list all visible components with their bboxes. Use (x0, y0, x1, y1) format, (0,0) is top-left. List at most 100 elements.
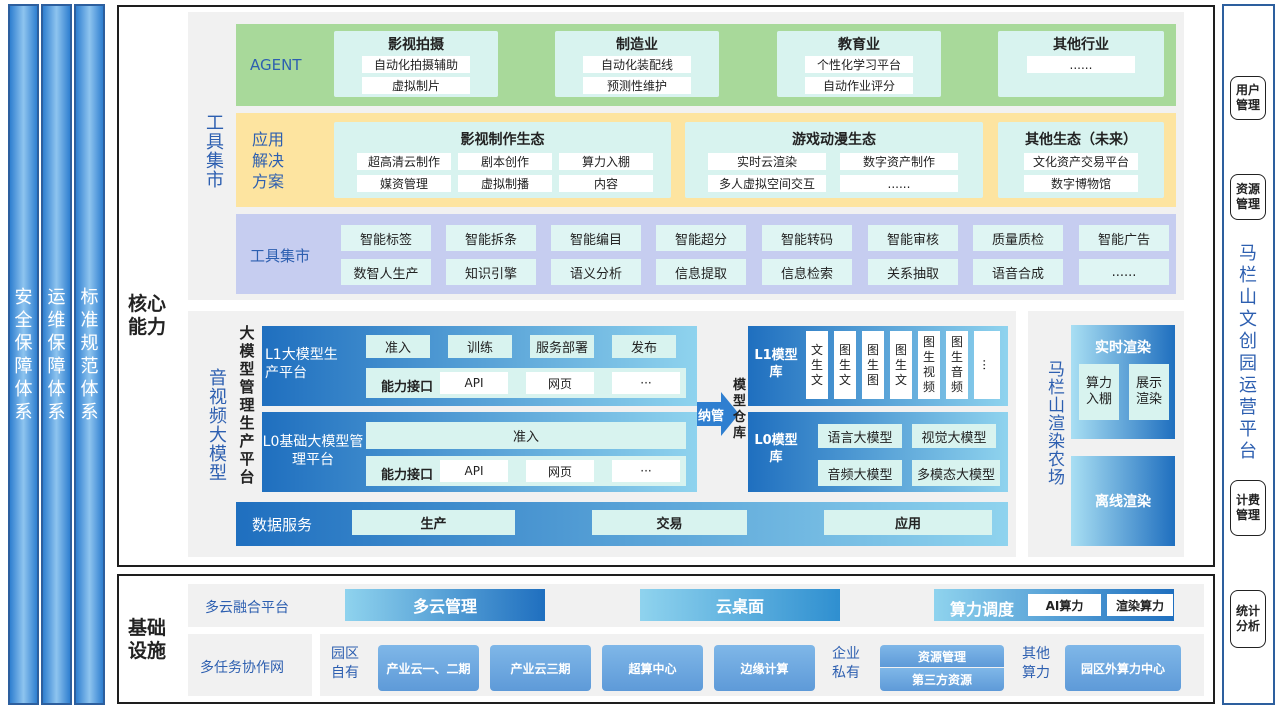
solution-group-title: 其他生态（未来） (1025, 132, 1137, 148)
solution-item: 多人虚拟空间交互 (708, 175, 826, 192)
park-item: 超算中心 (602, 645, 703, 691)
resource-mgmt-item: 资源管理 (1230, 174, 1266, 220)
solutions-label: 应用解决方案 (252, 130, 285, 191)
other-compute-label: 其他算力 (1022, 646, 1050, 681)
agent-group-title: 影视拍摄 (388, 37, 444, 53)
agent-item: 虚拟制片 (362, 77, 470, 94)
mgmt-platform-label: 大模型管理生产平台 (239, 324, 255, 486)
standards-bar: 标准规范体系 (74, 4, 105, 705)
tools-market-side-label: 工具集市 (203, 113, 224, 189)
park-item: 产业云三期 (490, 645, 591, 691)
enterprise-item: 资源管理 (880, 645, 1004, 667)
enterprise-label: 企业私有 (832, 646, 860, 681)
compute-item: AI算力 (1028, 594, 1101, 616)
agent-group-title: 其他行业 (1053, 37, 1109, 53)
tool-item: 语义分析 (551, 259, 641, 285)
l0-api-item: ··· (612, 460, 680, 482)
l0-lib-item: 视觉大模型 (912, 424, 996, 448)
data-service-item: 交易 (592, 510, 747, 535)
tool-item: 智能编目 (551, 225, 641, 251)
l0-lib-item: 多模态大模型 (912, 460, 1000, 486)
security-bar: 安全保障体系 (8, 4, 39, 705)
tool-item: 质量质检 (973, 225, 1063, 251)
park-label: 园区自有 (331, 646, 359, 681)
l1-step: 训练 (448, 335, 512, 358)
tool-item: 关系抽取 (868, 259, 958, 285)
tools-label: 工具集市 (250, 247, 311, 265)
park-item: 产业云一、二期 (378, 645, 479, 691)
compute-dispatch-label: 算力调度 (950, 600, 1015, 619)
l1-api-label: 能力接口 (381, 380, 434, 395)
realtime-render-label: 实时渲染 (1095, 340, 1151, 356)
av-model-side-label: 音视频大模型 (206, 368, 227, 482)
solution-item: ...... (840, 175, 958, 192)
l0-lib-item: 语言大模型 (818, 424, 902, 448)
l1-lib-item: ... (974, 331, 1000, 399)
l0-lib-title: L0模型库 (754, 433, 798, 465)
agent-group-title: 教育业 (838, 37, 880, 53)
agent-item: 自动化装配线 (583, 56, 691, 73)
agent-group-title: 制造业 (616, 37, 658, 53)
multi-cloud-mgmt: 多云管理 (345, 589, 545, 621)
tool-item: 知识引擎 (446, 259, 536, 285)
l1-api-item: ··· (612, 372, 680, 394)
agent-label: AGENT (250, 56, 302, 74)
multi-cloud-label: 多云融合平台 (205, 600, 289, 616)
agent-item: 预测性维护 (583, 77, 691, 94)
tool-item: 智能拆条 (446, 225, 536, 251)
l0-api-item: 网页 (526, 460, 594, 482)
offline-render-box: 离线渲染 (1071, 456, 1175, 546)
solution-item: 媒资管理 (357, 175, 451, 192)
cloud-desktop: 云桌面 (640, 589, 840, 621)
right-platform-title: 马栏山文创园运营平台 (1239, 243, 1257, 462)
tool-item: 智能广告 (1079, 225, 1169, 251)
l1-step: 服务部署 (530, 335, 594, 358)
agent-item: 自动化拍摄辅助 (362, 56, 470, 73)
solution-group-title: 游戏动漫生态 (792, 132, 876, 148)
tool-item: 信息检索 (762, 259, 852, 285)
warehouse-label: 模型仓库 (733, 378, 747, 441)
data-service-item: 应用 (824, 510, 992, 535)
data-service-label: 数据服务 (252, 516, 313, 534)
tool-item: 智能转码 (762, 225, 852, 251)
l1-api-item: 网页 (526, 372, 594, 394)
l1-step: 发布 (612, 335, 676, 358)
enterprise-item: 第三方资源 (880, 668, 1004, 691)
solution-item: 文化资产交易平台 (1024, 153, 1138, 170)
l1-platform-title: L1大模型生产平台 (265, 347, 338, 381)
l1-lib-title: L1模型库 (754, 348, 798, 380)
render-farm-title: 马栏山渲染农场 (1044, 360, 1064, 486)
solution-item: 数字资产制作 (840, 153, 958, 170)
l1-api-item: API (440, 372, 508, 394)
l1-lib-item: 图生图 (862, 331, 884, 399)
realtime-render-item: 算力入棚 (1079, 364, 1119, 420)
l1-step: 准入 (366, 335, 430, 358)
agent-item: ...... (1027, 56, 1135, 73)
l1-lib-item: 图生音频 (946, 331, 968, 399)
network-label: 多任务协作网 (200, 660, 284, 676)
infra-label: 基础设施 (128, 617, 167, 662)
l1-lib-item: 文生文 (806, 331, 828, 399)
tool-item: 信息提取 (656, 259, 746, 285)
tool-item: 智能审核 (868, 225, 958, 251)
user-mgmt-item: 用户管理 (1230, 76, 1266, 120)
tool-item: 智能标签 (341, 225, 431, 251)
park-item: 边缘计算 (714, 645, 815, 691)
billing-mgmt-item: 计费管理 (1230, 480, 1266, 536)
l0-access: 准入 (366, 422, 686, 449)
ops-bar: 运维保障体系 (41, 4, 72, 705)
solution-item: 虚拟制播 (458, 175, 552, 192)
realtime-render-item: 展示渲染 (1129, 364, 1169, 420)
tool-item: ...... (1079, 259, 1169, 285)
l0-api-label: 能力接口 (381, 468, 434, 483)
compute-item: 渲染算力 (1107, 594, 1173, 616)
tool-item: 语音合成 (973, 259, 1063, 285)
l0-platform-title: L0基础大模型管理平台 (262, 434, 364, 468)
solution-item: 实时云渲染 (708, 153, 826, 170)
solution-item: 数字博物馆 (1024, 175, 1138, 192)
l1-lib-item: 图生文 (890, 331, 912, 399)
agent-item: 个性化学习平台 (805, 56, 913, 73)
solution-item: 内容 (559, 175, 653, 192)
solution-item: 超高清云制作 (357, 153, 451, 170)
solution-item: 算力入棚 (559, 153, 653, 170)
